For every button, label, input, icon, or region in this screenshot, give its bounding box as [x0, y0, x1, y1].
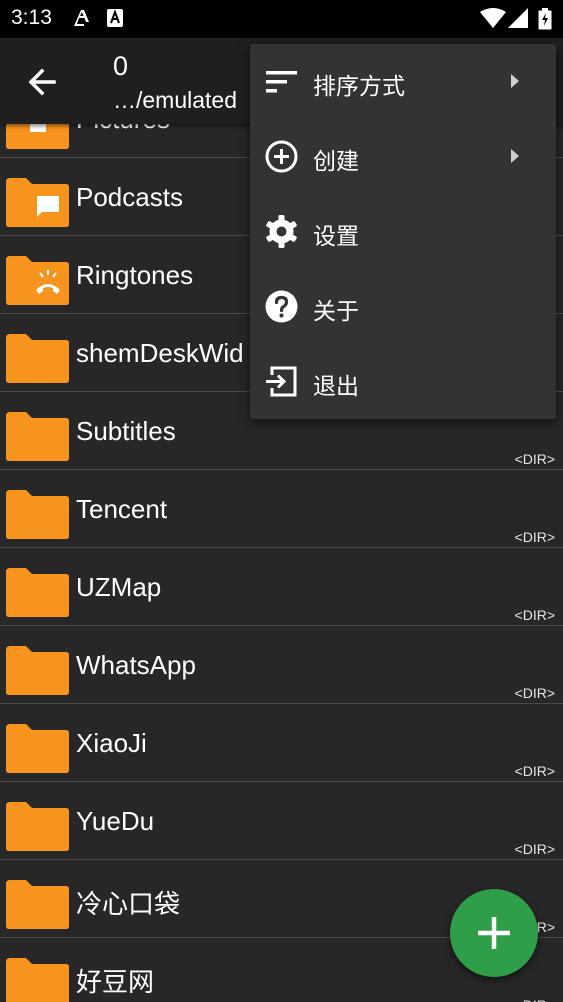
add-fab-button[interactable]	[450, 889, 538, 977]
file-row[interactable]: XiaoJi <DIR>	[0, 704, 563, 782]
file-name: 好豆网	[76, 967, 155, 997]
add-icon	[478, 917, 510, 949]
submenu-arrow-icon	[511, 149, 519, 163]
menu-item-label: 设置	[313, 224, 359, 250]
file-name: shemDeskWid	[76, 338, 244, 368]
file-row[interactable]: WhatsApp <DIR>	[0, 626, 563, 704]
status-time: 3:13	[11, 6, 52, 29]
file-name: 冷心口袋	[76, 889, 181, 919]
menu-item-label: 退出	[313, 374, 359, 400]
menu-item-sort[interactable]: 排序方式	[250, 44, 556, 119]
menu-item-label: 排序方式	[313, 74, 405, 100]
autofill-icon	[72, 8, 92, 32]
folder-icon	[6, 490, 69, 539]
folder-icon	[6, 802, 69, 851]
file-type: <DIR>	[514, 763, 555, 779]
sort-icon	[266, 71, 297, 93]
menu-item-settings[interactable]: 设置	[250, 194, 556, 269]
menu-item-label: 创建	[313, 149, 359, 175]
file-row[interactable]: Tencent <DIR>	[0, 470, 563, 548]
toolbar-path: …/emulated	[113, 87, 238, 113]
text-a-icon	[106, 8, 124, 32]
file-type: <DIR>	[514, 841, 555, 857]
file-name: Subtitles	[76, 416, 176, 446]
file-name: XiaoJi	[76, 728, 147, 758]
folder-icon	[6, 412, 69, 461]
menu-item-create[interactable]: 创建	[250, 119, 556, 194]
exit-icon	[266, 366, 297, 397]
folder-podcast-icon	[6, 178, 69, 227]
settings-gear-icon	[266, 215, 297, 248]
overflow-menu: 排序方式 创建 设置 关于 退出	[250, 44, 556, 419]
folder-icon	[6, 880, 69, 929]
file-name: Tencent	[76, 494, 168, 524]
file-row[interactable]: UZMap <DIR>	[0, 548, 563, 626]
add-circle-icon	[265, 140, 298, 173]
file-type: <DIR>	[514, 607, 555, 623]
file-type: <DIR>	[514, 685, 555, 701]
wifi-icon	[480, 8, 506, 32]
menu-item-about[interactable]: 关于	[250, 269, 556, 344]
cellular-signal-icon	[508, 8, 528, 32]
file-name: Ringtones	[76, 260, 194, 290]
folder-ringtone-icon	[6, 256, 69, 305]
file-manager-screen: 3:13 0 …/emulated Podcasts Ringtones she…	[0, 0, 563, 1002]
toolbar-title: 0	[113, 51, 129, 81]
folder-icon	[6, 958, 69, 1002]
file-type: <DIR>	[515, 997, 555, 1002]
menu-item-label: 关于	[313, 299, 359, 325]
file-name: Podcasts	[76, 182, 183, 212]
file-name: WhatsApp	[76, 650, 196, 680]
battery-charging-icon	[538, 8, 552, 34]
folder-icon	[6, 568, 69, 617]
status-bar: 3:13	[0, 0, 563, 38]
folder-icon	[6, 724, 69, 773]
back-button[interactable]	[22, 60, 66, 104]
menu-item-exit[interactable]: 退出	[250, 344, 556, 419]
file-row[interactable]: YueDu <DIR>	[0, 782, 563, 860]
file-type: <DIR>	[514, 451, 555, 467]
folder-icon	[6, 334, 69, 383]
file-name: UZMap	[76, 572, 162, 602]
submenu-arrow-icon	[511, 74, 519, 88]
file-type: <DIR>	[514, 529, 555, 545]
file-name: YueDu	[76, 806, 155, 836]
folder-icon	[6, 646, 69, 695]
help-circle-icon	[265, 290, 298, 323]
arrow-back-icon	[28, 68, 56, 96]
